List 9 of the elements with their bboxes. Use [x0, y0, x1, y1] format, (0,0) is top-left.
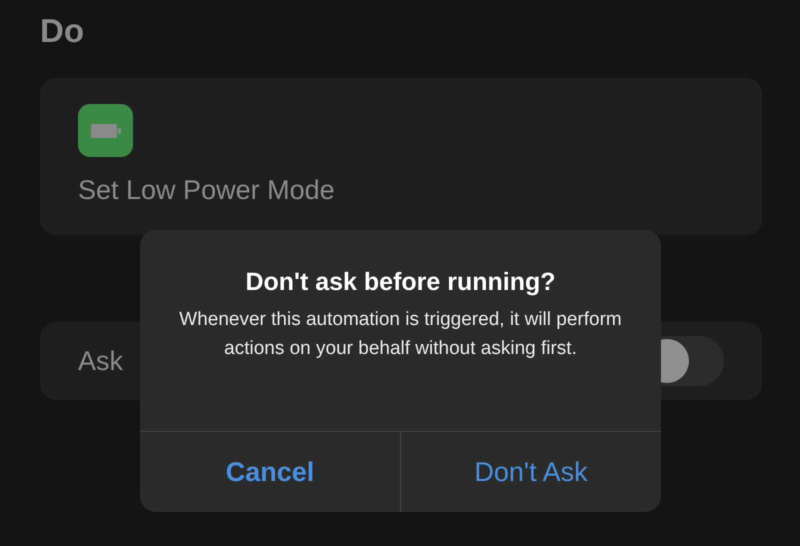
confirm-button[interactable]: Don't Ask	[400, 432, 661, 512]
cancel-button[interactable]: Cancel	[140, 432, 400, 512]
ask-label: Ask	[78, 346, 124, 376]
action-label: Set Low Power Mode	[78, 175, 335, 206]
dialog-message: Whenever this automation is triggered, it will perform actions on your behalf without asking first.	[178, 308, 623, 361]
battery-icon	[78, 104, 133, 157]
dialog-title: Don't ask before running?	[245, 268, 556, 297]
section-title: Do	[40, 12, 85, 51]
action-card[interactable]: Set Low Power Mode	[40, 78, 762, 235]
